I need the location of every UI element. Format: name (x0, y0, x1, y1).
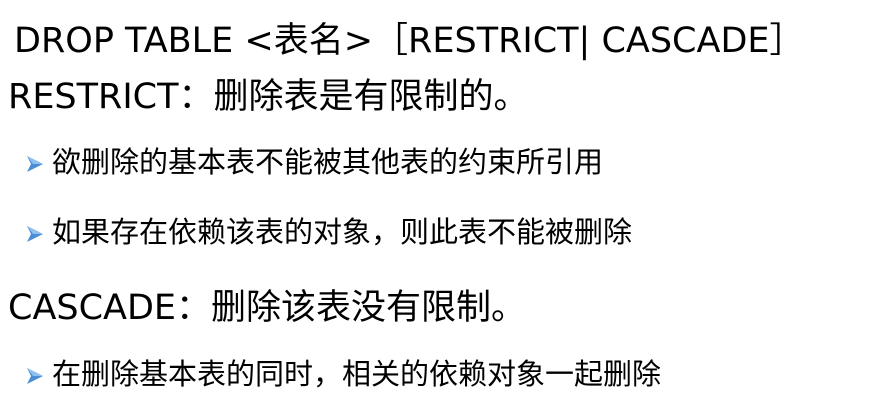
drop-table-syntax: DROP TABLE <表名>［RESTRICT| CASCADE］ (14, 21, 805, 61)
restrict-bullet-text: 欲删除的基本表不能被其他表的约束所引用 (52, 145, 604, 179)
arrow-bullet-icon (27, 225, 43, 242)
restrict-heading: RESTRICT：删除表是有限制的。 (8, 77, 529, 117)
restrict-bullet-1: 欲删除的基本表不能被其他表的约束所引用 (24, 148, 603, 177)
arrow-bullet-icon (27, 367, 43, 384)
restrict-bullet-text: 如果存在依赖该表的对象，则此表不能被删除 (52, 215, 633, 249)
cascade-heading: CASCADE：删除该表没有限制。 (8, 288, 527, 328)
restrict-bullet-2: 如果存在依赖该表的对象，则此表不能被删除 (24, 218, 632, 247)
arrow-bullet-icon (27, 155, 43, 172)
cascade-bullet-text: 在删除基本表的同时，相关的依赖对象一起删除 (52, 357, 662, 391)
cascade-bullet-1: 在删除基本表的同时，相关的依赖对象一起删除 (24, 360, 661, 389)
